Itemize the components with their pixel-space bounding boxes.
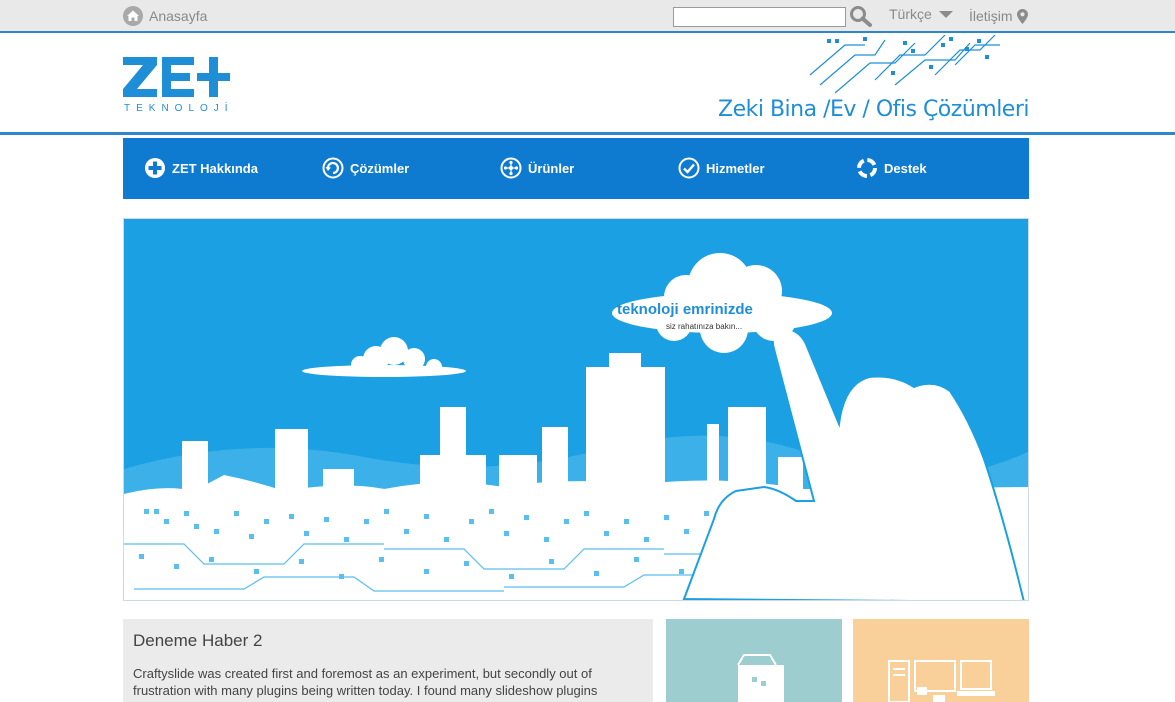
hero-illustration: teknoloji emrinizde siz rahatınıza bakın… xyxy=(124,219,1028,600)
nav-item-about[interactable]: ZET Hakkında xyxy=(144,157,258,179)
hero-banner[interactable]: teknoloji emrinizde siz rahatınıza bakın… xyxy=(123,218,1029,601)
search-input[interactable] xyxy=(673,7,846,27)
nav-item-label: Ürünler xyxy=(528,160,575,176)
nav-item-services[interactable]: Hizmetler xyxy=(678,157,765,179)
contact-label: İletişim xyxy=(969,8,1013,24)
site-tagline: Zeki Bina /Ev / Ofis Çözümleri xyxy=(718,97,1029,122)
lifebuoy-icon xyxy=(857,158,877,178)
language-label: Türkçe xyxy=(889,6,932,22)
nav-item-products[interactable]: Ürünler xyxy=(500,157,574,179)
main-navigation: ZET Hakkında Çözümler Ürünler Hizmetler … xyxy=(123,138,1029,199)
news-card: Deneme Haber 2 Craftyslide was created f… xyxy=(123,619,653,702)
chevron-down-icon xyxy=(938,11,953,18)
nav-item-label: Destek xyxy=(884,160,927,176)
nav-item-label: ZET Hakkında xyxy=(172,160,258,176)
feature-tile-devices[interactable] xyxy=(853,619,1029,702)
nav-item-support[interactable]: Destek xyxy=(856,157,927,179)
contact-link[interactable]: İletişim xyxy=(969,8,1028,24)
home-icon xyxy=(123,6,143,26)
computer-devices-icon xyxy=(888,660,995,702)
top-utility-bar: Anasayfa Türkçe İletişim xyxy=(0,0,1175,33)
site-header: TEKNOLOJİ Zeki Bina /Ev / Ofis Çözümleri xyxy=(0,35,1175,135)
news-title[interactable]: Deneme Haber 2 xyxy=(133,631,262,651)
search-icon xyxy=(850,6,872,27)
home-link[interactable]: Anasayfa xyxy=(122,5,207,27)
nav-item-label: Hizmetler xyxy=(706,160,765,176)
logo-subtitle: TEKNOLOJİ xyxy=(124,103,234,114)
circuit-decoration xyxy=(809,35,1000,94)
language-selector[interactable]: Türkçe xyxy=(889,6,954,22)
plus-circle-icon xyxy=(145,158,165,178)
check-circle-icon xyxy=(678,157,700,179)
home-link-label: Anasayfa xyxy=(149,8,208,24)
banner-headline: teknoloji emrinizde xyxy=(617,301,753,318)
search-button[interactable] xyxy=(849,5,873,27)
feature-tile-shopping[interactable] xyxy=(666,619,842,702)
network-circle-icon xyxy=(500,157,522,179)
nav-item-label: Çözümler xyxy=(350,160,410,176)
refresh-circle-icon xyxy=(322,157,344,179)
map-pin-icon xyxy=(1016,8,1028,24)
news-body: Craftyslide was created first and foremo… xyxy=(133,666,598,698)
shopping-bag-icon xyxy=(737,654,784,702)
banner-subline: siz rahatınıza bakın... xyxy=(666,322,742,331)
nav-item-solutions[interactable]: Çözümler xyxy=(322,157,409,179)
